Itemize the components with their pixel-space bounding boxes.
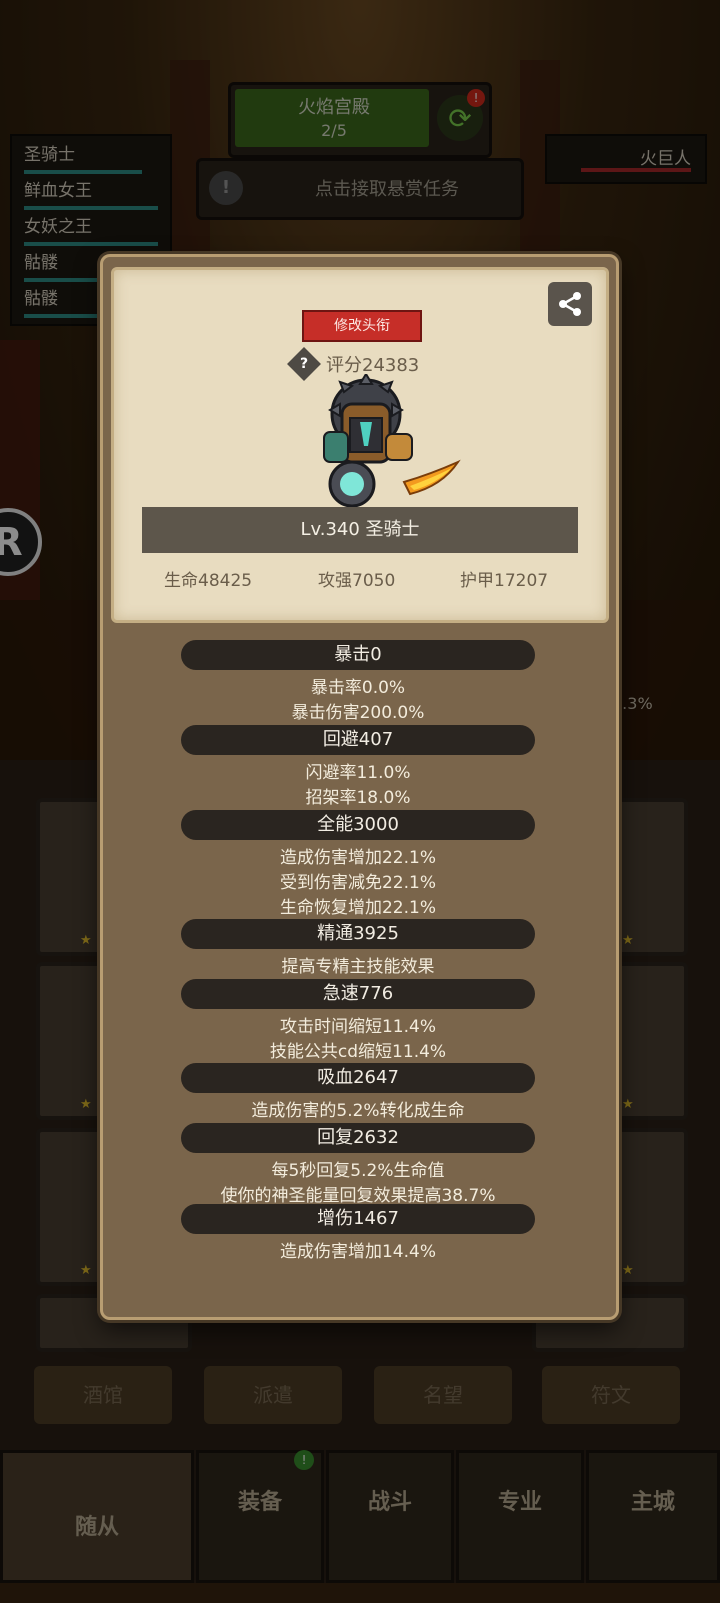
hero-attack: 攻强7050: [318, 571, 396, 591]
stat-line: 暴击伤害200.0%: [291, 703, 425, 723]
hero-detail-modal: 修改头衔 ? 评分24383 Lv.340 圣骑士 生命48425 攻强7050…: [100, 254, 619, 1320]
stat-header-haste: 急速776: [181, 979, 535, 1009]
paladin-portrait: [323, 374, 461, 508]
stat-line: 闪避率11.0%: [305, 763, 411, 783]
stat-header-versatility: 全能3000: [181, 810, 535, 840]
stat-header-lifesteal: 吸血2647: [181, 1063, 535, 1093]
stat-line: 暴击率0.0%: [310, 678, 406, 698]
stat-line: 造成伤害增加22.1%: [279, 848, 436, 868]
hero-hp: 生命48425: [164, 571, 253, 591]
stat-header-crit: 暴击0: [181, 640, 535, 670]
stat-line: 造成伤害的5.2%转化成生命: [251, 1101, 465, 1121]
stat-line: 每5秒回复5.2%生命值: [271, 1161, 445, 1181]
share-icon[interactable]: [548, 282, 592, 326]
stat-line: 使你的神圣能量回复效果提高38.7%: [220, 1186, 496, 1206]
stat-header-mastery: 精通3925: [181, 919, 535, 949]
stat-header-damage-bonus: 增伤1467: [181, 1204, 535, 1234]
stat-line: 攻击时间缩短11.4%: [279, 1017, 436, 1037]
stat-header-regen: 回复2632: [181, 1123, 535, 1153]
edit-title-button[interactable]: 修改头衔: [302, 310, 422, 342]
stat-line: 技能公共cd缩短11.4%: [269, 1042, 447, 1062]
hero-name-level: Lv.340 圣骑士: [142, 507, 578, 553]
stat-line: 招架率18.0%: [305, 788, 411, 808]
stat-line: 提高专精主技能效果: [281, 957, 435, 977]
stat-line: 造成伤害增加14.4%: [279, 1242, 436, 1262]
stat-line: 生命恢复增加22.1%: [279, 898, 436, 918]
hero-armor: 护甲17207: [460, 571, 549, 591]
stat-header-avoidance: 回避407: [181, 725, 535, 755]
stat-line: 受到伤害减免22.1%: [279, 873, 436, 893]
hero-summary-card: 修改头衔 ? 评分24383 Lv.340 圣骑士 生命48425 攻强7050…: [111, 267, 609, 623]
